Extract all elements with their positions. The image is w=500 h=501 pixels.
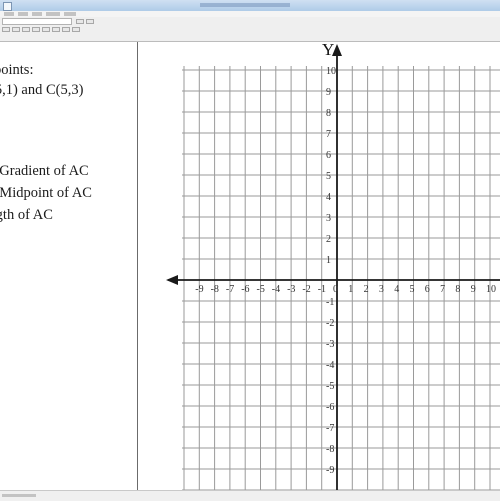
y-tick-label: 7 — [326, 129, 331, 140]
x-tick-label: 1 — [348, 284, 353, 295]
x-tick-label: -9 — [195, 284, 203, 295]
menu-item-file[interactable] — [4, 12, 14, 16]
toolbar-button[interactable] — [62, 27, 70, 32]
toolbar — [0, 17, 500, 42]
x-tick-label: -1 — [318, 284, 326, 295]
x-tick-label: 0 — [333, 284, 338, 295]
x-tick-label: -3 — [287, 284, 295, 295]
menu-item-insert[interactable] — [46, 12, 60, 16]
x-tick-label: -7 — [226, 284, 234, 295]
x-tick-label: -5 — [257, 284, 265, 295]
status-bar — [0, 490, 500, 501]
x-tick-label: -6 — [241, 284, 249, 295]
x-tick-label: 6 — [425, 284, 430, 295]
toolbar-button[interactable] — [22, 27, 30, 32]
y-tick-label: -8 — [326, 444, 334, 455]
x-tick-label: -2 — [302, 284, 310, 295]
menu-item-edit[interactable] — [18, 12, 28, 16]
app-icon — [3, 2, 12, 11]
toolbar-button[interactable] — [52, 27, 60, 32]
note-line-coordinates: (5,1) and C(5,3) — [0, 82, 84, 98]
x-tick-label: -4 — [272, 284, 280, 295]
y-tick-label: -2 — [326, 318, 334, 329]
y-tick-label: 2 — [326, 234, 331, 245]
toolbar-button[interactable] — [86, 19, 94, 24]
toolbar-button[interactable] — [2, 27, 10, 32]
y-tick-label: -9 — [326, 465, 334, 476]
y-tick-label: -6 — [326, 402, 334, 413]
y-tick-label: 10 — [326, 66, 336, 77]
y-tick-label: 5 — [326, 171, 331, 182]
y-tick-label: 9 — [326, 87, 331, 98]
x-tick-label: 9 — [471, 284, 476, 295]
y-tick-label: 6 — [326, 150, 331, 161]
x-tick-label: 5 — [410, 284, 415, 295]
y-tick-label: 3 — [326, 213, 331, 224]
note-line-points: points: — [0, 62, 34, 78]
status-text — [2, 494, 36, 497]
x-tick-label: 3 — [379, 284, 384, 295]
x-tick-label: -8 — [211, 284, 219, 295]
toolbar-button[interactable] — [12, 27, 20, 32]
toolbar-button[interactable] — [72, 27, 80, 32]
y-tick-label: 8 — [326, 108, 331, 119]
y-axis-label: Y — [322, 42, 334, 59]
y-tick-label: 1 — [326, 255, 331, 266]
toolbar-button[interactable] — [76, 19, 84, 24]
notes-pane[interactable]: points: (5,1) and C(5,3) he Gradient of … — [0, 42, 138, 490]
x-tick-label: 7 — [440, 284, 445, 295]
y-tick-label: -5 — [326, 381, 334, 392]
note-line-midpoint: he Midpoint of AC — [0, 185, 92, 201]
y-tick-label: 4 — [326, 192, 331, 203]
y-tick-label: -1 — [326, 297, 334, 308]
toolbar-button[interactable] — [42, 27, 50, 32]
note-line-length: ength of AC — [0, 207, 53, 223]
x-tick-label: 8 — [455, 284, 460, 295]
window-title — [200, 3, 290, 7]
font-field[interactable] — [2, 18, 72, 25]
toolbar-button[interactable] — [32, 27, 40, 32]
menu-item-view[interactable] — [32, 12, 42, 16]
menu-item-format[interactable] — [64, 12, 76, 16]
x-tick-label: 4 — [394, 284, 399, 295]
y-tick-label: -7 — [326, 423, 334, 434]
x-tick-label: 2 — [364, 284, 369, 295]
x-axis-arrow — [166, 275, 178, 285]
y-tick-label: -3 — [326, 339, 334, 350]
y-tick-label: -4 — [326, 360, 334, 371]
coordinate-grid[interactable]: Y-9 -8 -7 -6 -5 -4 -3 -2 -1 0 1 2 3 4 5 6 7 8 9 10109876543… — [138, 42, 500, 490]
x-tick-label: 10 — [486, 284, 496, 295]
note-line-gradient: he Gradient of AC — [0, 163, 89, 179]
